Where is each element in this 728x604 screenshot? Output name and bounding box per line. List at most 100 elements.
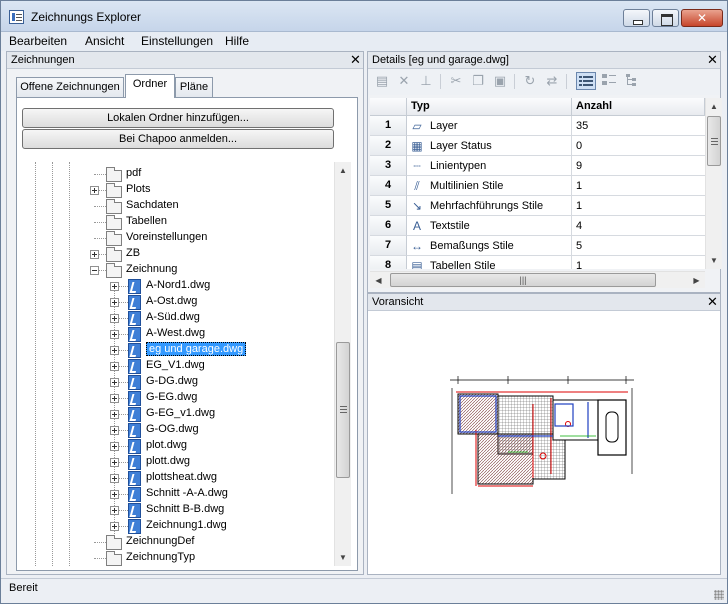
tree-file-item[interactable]: Schnitt B-B.dwg (22, 502, 333, 518)
cell-typ[interactable]: ↔ Bemaßungs Stile (407, 236, 572, 256)
tree-item-label[interactable]: plottsheat.dwg (146, 471, 217, 483)
expand-icon[interactable] (110, 490, 119, 499)
tree-item-label[interactable]: eg und garage.dwg (146, 342, 247, 356)
cell-typ[interactable]: ┈ Linientypen (407, 156, 572, 176)
expand-icon[interactable] (110, 426, 119, 435)
cell-typ[interactable]: ↘ Mehrfachführungs Stile (407, 196, 572, 216)
tree-item-label[interactable]: Plots (126, 183, 150, 195)
cell-anzahl[interactable]: 35 (572, 116, 705, 136)
tree-vertical-scrollbar[interactable]: ▲ ▼ (334, 162, 351, 566)
tree-folder-item[interactable]: Tabellen (22, 214, 333, 230)
expand-icon[interactable] (110, 458, 119, 467)
cell-typ[interactable]: ⫽ Multilinien Stile (407, 176, 572, 196)
collapse-icon[interactable] (90, 266, 99, 275)
tree-folder-item[interactable]: Voreinstellungen (22, 230, 333, 246)
details-panel-close-icon[interactable]: ✕ (707, 52, 718, 68)
tree-file-item[interactable]: A-Nord1.dwg (22, 278, 333, 294)
tree-item-label[interactable]: G-DG.dwg (146, 375, 198, 387)
preview-panel-close-icon[interactable]: ✕ (707, 294, 718, 310)
expand-icon[interactable] (110, 362, 119, 371)
cell-anzahl[interactable]: 1 (572, 176, 705, 196)
tree-folder-item[interactable]: Plots (22, 182, 333, 198)
tree-item-label[interactable]: Tabellen (126, 215, 167, 227)
grid-row[interactable]: 8 ▤ Tabellen Stile 1 (370, 256, 705, 269)
grid-row[interactable]: 5 ↘ Mehrfachführungs Stile 1 (370, 196, 705, 216)
sync-icon[interactable]: ⇄ (544, 73, 560, 89)
cell-anzahl[interactable]: 5 (572, 236, 705, 256)
expand-icon[interactable] (110, 506, 119, 515)
row-number[interactable]: 3 (370, 156, 407, 176)
grid-row[interactable]: 4 ⫽ Multilinien Stile 1 (370, 176, 705, 196)
expand-icon[interactable] (110, 442, 119, 451)
tree-item-label[interactable]: EG_V1.dwg (146, 359, 205, 371)
tree-item-label[interactable]: Schnitt B-B.dwg (146, 503, 224, 515)
cell-anzahl[interactable]: 1 (572, 196, 705, 216)
cell-typ[interactable]: ▤ Tabellen Stile (407, 256, 572, 269)
tree-file-item[interactable]: plott.dwg (22, 454, 333, 470)
cut-icon[interactable]: ✂ (448, 73, 464, 89)
tree-item-label[interactable]: plot.dwg (146, 439, 187, 451)
delete-icon[interactable]: ✕ (396, 73, 412, 89)
row-number[interactable]: 1 (370, 116, 407, 136)
grid-horizontal-scrollbar[interactable]: ◀ ||| ▶ (370, 271, 705, 288)
tree-item-label[interactable]: Zeichnung (126, 263, 177, 275)
expand-icon[interactable] (110, 394, 119, 403)
tree-file-item[interactable]: G-EG_v1.dwg (22, 406, 333, 422)
row-number[interactable]: 2 (370, 136, 407, 156)
tree-view-icon[interactable] (624, 72, 644, 90)
tree-folder-item[interactable]: Sachdaten (22, 198, 333, 214)
tree-scroll-thumb[interactable] (336, 342, 350, 478)
tree-file-item[interactable]: plot.dwg (22, 438, 333, 454)
expand-icon[interactable] (110, 282, 119, 291)
list-view-icon[interactable] (600, 72, 620, 90)
column-header-anzahl[interactable]: Anzahl (572, 98, 705, 116)
tree-folder-item[interactable]: ZeichnungDef (22, 534, 333, 550)
grid-scroll-left-icon[interactable]: ◀ (370, 272, 387, 289)
minimize-button[interactable] (623, 9, 650, 27)
tab-offene-zeichnungen[interactable]: Offene Zeichnungen (16, 77, 124, 97)
grid-row[interactable]: 6 A Textstile 4 (370, 216, 705, 236)
expand-icon[interactable] (110, 410, 119, 419)
grid-row[interactable]: 2 ▦ Layer Status 0 (370, 136, 705, 156)
tree-file-item[interactable]: A-West.dwg (22, 326, 333, 342)
expand-icon[interactable] (110, 378, 119, 387)
import-icon[interactable]: ▤ (374, 73, 390, 89)
menu-einstellungen[interactable]: Einstellungen (141, 34, 213, 48)
tree-item-label[interactable]: G-EG_v1.dwg (146, 407, 215, 419)
close-window-button[interactable]: ✕ (681, 9, 723, 27)
grid-vertical-scrollbar[interactable]: ▲ ▼ (705, 98, 722, 269)
row-number[interactable]: 6 (370, 216, 407, 236)
add-local-folder-button[interactable]: Lokalen Ordner hinzufügen... (22, 108, 334, 128)
tree-file-item[interactable]: G-DG.dwg (22, 374, 333, 390)
tree-item-label[interactable]: A-West.dwg (146, 327, 205, 339)
expand-icon[interactable] (110, 522, 119, 531)
copy-icon[interactable]: ❐ (470, 73, 486, 89)
tree-file-item[interactable]: A-Ost.dwg (22, 294, 333, 310)
tree-file-item[interactable]: A-Süd.dwg (22, 310, 333, 326)
cell-anzahl[interactable]: 0 (572, 136, 705, 156)
grid-row[interactable]: 1 ▱ Layer 35 (370, 116, 705, 136)
menu-hilfe[interactable]: Hilfe (225, 34, 249, 48)
expand-icon[interactable] (110, 330, 119, 339)
grid-hscroll-thumb[interactable]: ||| (390, 273, 656, 287)
tree-item-label[interactable]: plott.dwg (146, 455, 190, 467)
tree-file-item[interactable]: Zeichnung1.dwg (22, 518, 333, 534)
cell-typ[interactable]: A Textstile (407, 216, 572, 236)
tree-item-label[interactable]: Schnitt -A-A.dwg (146, 487, 228, 499)
tree-file-item[interactable]: Schnitt -A-A.dwg (22, 486, 333, 502)
tree-file-item[interactable]: G-OG.dwg (22, 422, 333, 438)
cell-anzahl[interactable]: 9 (572, 156, 705, 176)
row-number[interactable]: 7 (370, 236, 407, 256)
column-header-typ[interactable]: Typ (407, 98, 572, 116)
chapoo-login-button[interactable]: Bei Chapoo anmelden... (22, 129, 334, 149)
menu-ansicht[interactable]: Ansicht (85, 34, 124, 48)
grid-row[interactable]: 3 ┈ Linientypen 9 (370, 156, 705, 176)
resize-grip-icon[interactable] (714, 590, 724, 600)
expand-icon[interactable] (90, 250, 99, 259)
scroll-up-icon[interactable]: ▲ (335, 162, 351, 179)
tab-ordner[interactable]: Ordner (125, 74, 175, 98)
paste-icon[interactable]: ▣ (492, 73, 508, 89)
tree-item-label[interactable]: ZB (126, 247, 140, 259)
tree-item-label[interactable]: Sachdaten (126, 199, 179, 211)
tree-file-item[interactable]: eg und garage.dwg (22, 342, 333, 358)
